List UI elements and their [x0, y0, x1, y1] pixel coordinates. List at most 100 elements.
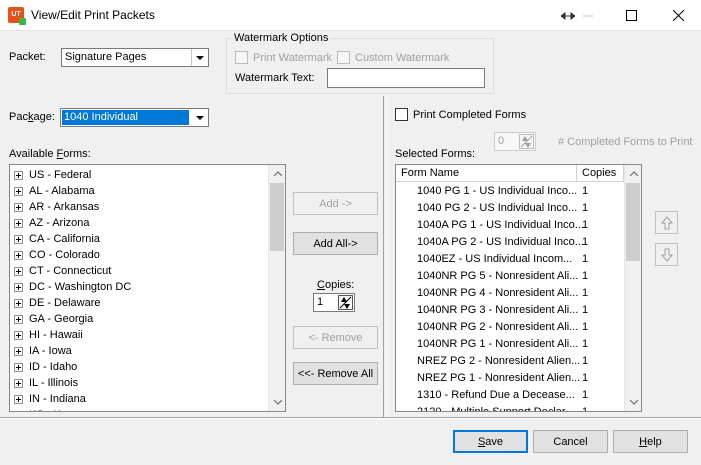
expand-plus-icon[interactable] — [14, 378, 23, 388]
remove-all-button[interactable]: <<- Remove All — [293, 362, 378, 385]
print-completed-forms-checkbox[interactable] — [395, 108, 408, 121]
cancel-button[interactable]: Cancel — [533, 430, 608, 453]
help-button[interactable]: Help — [613, 430, 688, 453]
copies-cell: 1 — [582, 185, 589, 197]
selected-forms-scrollbar[interactable] — [624, 165, 641, 411]
table-row[interactable]: 1040NR PG 5 - Nonresident Ali... 1 — [396, 268, 624, 285]
copies-cell: 1 — [582, 304, 589, 316]
form-name-cell: 1040NR PG 3 - Nonresident Ali... — [417, 304, 579, 316]
tree-item-label: AL - Alabama — [29, 185, 95, 197]
package-label: Package: — [9, 111, 55, 123]
maximize-button[interactable] — [608, 0, 654, 31]
column-header-copies[interactable]: Copies — [577, 165, 624, 182]
expand-plus-icon[interactable] — [14, 202, 23, 212]
tree-item[interactable]: IN - Indiana — [14, 391, 86, 407]
arrow-down-icon — [660, 248, 673, 262]
print-watermark-checkbox[interactable] — [235, 51, 248, 64]
remove-button[interactable]: <- Remove — [293, 326, 378, 349]
expand-plus-icon[interactable] — [14, 346, 23, 356]
expand-plus-icon[interactable] — [14, 282, 23, 292]
table-row[interactable]: 1040NR PG 4 - Nonresident Ali... 1 — [396, 285, 624, 302]
tree-item-label: IL - Illinois — [29, 377, 79, 389]
table-row[interactable]: NREZ PG 1 - Nonresident Alien... 1 — [396, 370, 624, 387]
table-row[interactable]: 1310 - Refund Due a Decease... 1 — [396, 387, 624, 404]
spinner-arrows-icon[interactable] — [338, 295, 353, 310]
copies-cell: 1 — [582, 202, 589, 214]
table-row[interactable]: 1040NR PG 2 - Nonresident Ali... 1 — [396, 319, 624, 336]
scroll-up-icon[interactable] — [269, 165, 285, 182]
tree-item[interactable]: AL - Alabama — [14, 183, 95, 199]
completed-forms-count-spinner[interactable]: 0 — [494, 132, 536, 151]
add-button[interactable]: Add -> — [293, 192, 378, 215]
expand-plus-icon[interactable] — [14, 266, 23, 276]
table-row[interactable]: 1040NR PG 3 - Nonresident Ali... 1 — [396, 302, 624, 319]
available-forms-scrollbar[interactable] — [268, 165, 285, 411]
expand-plus-icon[interactable] — [14, 362, 23, 372]
window-title: View/Edit Print Packets — [31, 8, 155, 22]
add-all-button[interactable]: Add All-> — [293, 232, 378, 255]
custom-watermark-checkbox[interactable] — [337, 51, 350, 64]
selected-forms-grid[interactable]: Form Name Copies 1040 PG 1 - US Individu… — [395, 164, 642, 412]
copies-cell: 1 — [582, 372, 589, 384]
chevron-down-icon[interactable] — [191, 49, 208, 66]
expand-plus-icon[interactable] — [14, 170, 23, 180]
scroll-thumb[interactable] — [626, 183, 640, 261]
scroll-up-icon[interactable] — [625, 165, 641, 182]
expand-plus-icon[interactable] — [14, 234, 23, 244]
copies-spinner[interactable]: 1 — [313, 293, 355, 312]
tree-item[interactable]: DC - Washington DC — [14, 279, 131, 295]
tree-item[interactable]: AR - Arkansas — [14, 199, 99, 215]
expand-plus-icon[interactable] — [14, 410, 23, 411]
table-row[interactable]: 1040A PG 1 - US Individual Inco... 1 — [396, 217, 624, 234]
package-select[interactable]: 1040 Individual — [60, 108, 209, 127]
print-completed-forms-label: Print Completed Forms — [413, 109, 527, 121]
expand-plus-icon[interactable] — [14, 250, 23, 260]
expand-plus-icon[interactable] — [14, 186, 23, 196]
form-name-cell: NREZ PG 2 - Nonresident Alien... — [417, 355, 581, 367]
tree-item[interactable]: HI - Hawaii — [14, 327, 83, 343]
minimize-button[interactable] — [565, 0, 611, 31]
table-row[interactable]: 1040A PG 2 - US Individual Inco... 1 — [396, 234, 624, 251]
table-row[interactable]: 1040 PG 2 - US Individual Inco... 1 — [396, 200, 624, 217]
tree-item-label: HI - Hawaii — [29, 329, 83, 341]
available-forms-tree[interactable]: KS - Kansas IN - Indiana IL - Illinois ID -… — [9, 164, 286, 412]
save-button[interactable]: Save — [453, 430, 528, 453]
scroll-down-icon[interactable] — [269, 394, 285, 411]
close-button[interactable] — [655, 0, 701, 31]
tree-item[interactable]: CA - California — [14, 231, 100, 247]
expand-plus-icon[interactable] — [14, 218, 23, 228]
spinner-arrows-icon[interactable] — [519, 134, 534, 149]
print-watermark-label: Print Watermark — [253, 52, 333, 64]
scroll-down-icon[interactable] — [625, 394, 641, 411]
tree-item[interactable]: AZ - Arizona — [14, 215, 90, 231]
form-name-cell: 1310 - Refund Due a Decease... — [417, 389, 575, 401]
table-row[interactable]: 1040NR PG 1 - Nonresident Ali... 1 — [396, 336, 624, 353]
custom-watermark-label: Custom Watermark — [355, 52, 450, 64]
move-up-button[interactable] — [655, 211, 678, 234]
expand-plus-icon[interactable] — [14, 330, 23, 340]
tree-item[interactable]: CO - Colorado — [14, 247, 100, 263]
copies-cell: 1 — [582, 287, 589, 299]
table-row[interactable]: 2120 - Multiple Support Declar... 1 — [396, 404, 624, 411]
expand-plus-icon[interactable] — [14, 314, 23, 324]
watermark-text-input[interactable] — [327, 68, 485, 88]
tree-item-label: KS - Kansas — [29, 409, 90, 411]
scroll-thumb[interactable] — [270, 183, 284, 251]
chevron-down-icon[interactable] — [191, 109, 208, 126]
tree-item[interactable]: DE - Delaware — [14, 295, 101, 311]
table-row[interactable]: 1040 PG 1 - US Individual Inco... 1 — [396, 183, 624, 200]
table-row[interactable]: NREZ PG 2 - Nonresident Alien... 1 — [396, 353, 624, 370]
tree-item[interactable]: GA - Georgia — [14, 311, 93, 327]
table-row[interactable]: 1040EZ - US Individual Incom... 1 — [396, 251, 624, 268]
expand-plus-icon[interactable] — [14, 394, 23, 404]
tree-item[interactable]: IL - Illinois — [14, 375, 78, 391]
tree-item[interactable]: US - Federal — [14, 167, 91, 183]
tree-item[interactable]: ID - Idaho — [14, 359, 77, 375]
packet-select[interactable]: Signature Pages — [61, 48, 209, 67]
column-header-form-name[interactable]: Form Name — [396, 165, 577, 182]
tree-item[interactable]: KS - Kansas — [14, 407, 90, 411]
tree-item[interactable]: IA - Iowa — [14, 343, 72, 359]
move-down-button[interactable] — [655, 243, 678, 266]
expand-plus-icon[interactable] — [14, 298, 23, 308]
tree-item[interactable]: CT - Connecticut — [14, 263, 111, 279]
